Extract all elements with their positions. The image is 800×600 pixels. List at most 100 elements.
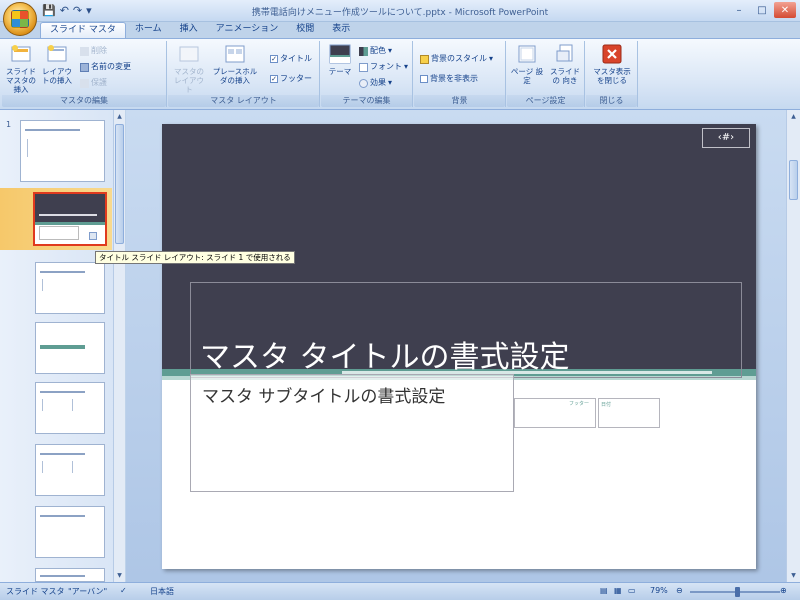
- close-master-view-button[interactable]: マスタ表示 を閉じる: [592, 43, 632, 85]
- thumbnail-slide-master[interactable]: [20, 120, 105, 182]
- themes-button[interactable]: テーマ: [325, 43, 355, 76]
- ribbon-tabs: スライド マスタ ホーム 挿入 アニメーション 校閲 表示: [40, 22, 359, 38]
- tab-view[interactable]: 表示: [323, 22, 359, 38]
- scroll-down-icon[interactable]: ▼: [114, 570, 125, 581]
- layout-icon: [46, 43, 68, 65]
- page-number-placeholder[interactable]: ‹#›: [702, 128, 750, 148]
- orientation-icon: [554, 43, 576, 65]
- fonts-button[interactable]: フォント ▾: [359, 61, 408, 73]
- page-setup-button[interactable]: ページ 設定: [510, 43, 544, 85]
- group-label-page-setup: ページ設定: [507, 95, 584, 107]
- canvas-scroll-down-icon[interactable]: ▼: [788, 570, 799, 581]
- zoom-level[interactable]: 79%: [650, 586, 668, 595]
- master-layout-icon: [178, 43, 200, 65]
- group-label-master-edit: マスタの編集: [2, 95, 166, 107]
- slide-sorter-view-icon[interactable]: ▦: [614, 586, 622, 595]
- ribbon: スライド マスタの挿入 レイアウトの挿入 削除 名前の変更 保護 マスタの編集 …: [0, 38, 800, 110]
- close-window-button[interactable]: ✕: [774, 2, 796, 18]
- maximize-button[interactable]: □: [751, 2, 773, 18]
- tab-home[interactable]: ホーム: [126, 22, 171, 38]
- footer-checkbox[interactable]: ✓ フッター: [270, 73, 312, 85]
- zoom-in-icon[interactable]: ⊕: [780, 586, 787, 595]
- window-title: 携帯電話向けメニュー作成ツールについて.pptx - Microsoft Pow…: [251, 8, 549, 18]
- delete-icon: [80, 46, 89, 56]
- canvas-scroll-thumb[interactable]: [789, 160, 798, 200]
- thumbnail-layout-5[interactable]: [35, 444, 105, 496]
- scroll-thumb[interactable]: [115, 124, 124, 244]
- title-checkbox[interactable]: ✓ タイトル: [270, 53, 312, 65]
- group-master-edit: スライド マスタの挿入 レイアウトの挿入 削除 名前の変更 保護 マスタの編集: [2, 41, 167, 107]
- normal-view-icon[interactable]: ▤: [600, 586, 608, 595]
- colors-button[interactable]: 配色 ▾: [359, 45, 392, 57]
- thumbnail-title-layout[interactable]: [33, 192, 107, 246]
- background-styles-button[interactable]: 背景のスタイル ▾: [420, 53, 493, 65]
- date-placeholder[interactable]: 日付: [598, 398, 660, 428]
- thumbnail-layout-3[interactable]: [35, 322, 105, 374]
- spellcheck-icon[interactable]: ✓: [120, 586, 127, 595]
- group-label-background: 背景: [414, 95, 505, 107]
- insert-placeholder-button[interactable]: プレースホルダの挿入: [210, 43, 260, 85]
- rename-icon: [80, 62, 89, 72]
- office-logo-icon: [11, 10, 29, 28]
- footer-small-text: フッター: [569, 401, 590, 407]
- title-bar: 💾 ↶ ↷ ▾ 携帯電話向けメニュー作成ツールについて.pptx - Micro…: [0, 0, 800, 36]
- check-icon: ✓: [270, 75, 278, 83]
- status-view: スライド マスタ: [6, 587, 65, 596]
- canvas-scrollbar[interactable]: ▲ ▼: [786, 110, 800, 582]
- slide-canvas-area: ‹#› マスタ タイトルの書式設定 フッター 日付 マスタ サブタイトルの書式設…: [126, 110, 786, 582]
- slide-thumbnail-pane: 1 ▲ ▼: [0, 110, 125, 582]
- rename-button[interactable]: 名前の変更: [80, 61, 131, 73]
- thumbnail-layout-7[interactable]: [35, 568, 105, 582]
- effects-icon: [359, 78, 368, 88]
- effects-button[interactable]: 効果 ▾: [359, 77, 392, 89]
- themes-icon: [329, 43, 351, 65]
- insert-slide-master-button[interactable]: スライド マスタの挿入: [4, 43, 38, 94]
- background-styles-icon: [420, 54, 429, 64]
- thumbnail-layout-2[interactable]: [35, 262, 105, 314]
- master-number: 1: [6, 120, 12, 129]
- checkbox-icon: [420, 75, 428, 83]
- master-title-text[interactable]: マスタ タイトルの書式設定: [200, 332, 570, 376]
- canvas-scroll-up-icon[interactable]: ▲: [788, 111, 799, 122]
- minimize-button[interactable]: –: [728, 2, 750, 18]
- colors-icon: [359, 46, 368, 56]
- thumbnail-layout-4[interactable]: [35, 382, 105, 434]
- group-label-master-layout: マスタ レイアウト: [168, 95, 319, 107]
- group-theme-edit: テーマ 配色 ▾ フォント ▾ 効果 ▾ テーマの編集: [321, 41, 413, 107]
- tab-review[interactable]: 校閲: [287, 22, 323, 38]
- tab-animation[interactable]: アニメーション: [207, 22, 288, 38]
- scroll-up-icon[interactable]: ▲: [114, 111, 125, 122]
- status-theme: "アーバン": [68, 587, 108, 596]
- slide-master-canvas: ‹#› マスタ タイトルの書式設定 フッター 日付 マスタ サブタイトルの書式設…: [162, 124, 756, 569]
- close-master-icon: [601, 43, 623, 65]
- thumbnail-scrollbar[interactable]: ▲ ▼: [113, 110, 125, 582]
- tab-slide-master[interactable]: スライド マスタ: [40, 22, 126, 38]
- insert-layout-button[interactable]: レイアウトの挿入: [40, 43, 74, 85]
- group-label-theme-edit: テーマの編集: [321, 95, 412, 107]
- tab-insert[interactable]: 挿入: [171, 22, 207, 38]
- hide-background-checkbox[interactable]: 背景を非表示: [420, 73, 478, 85]
- placeholder-icon: [224, 43, 246, 65]
- group-close: マスタ表示 を閉じる 閉じる: [586, 41, 638, 107]
- group-master-layout: マスタの レイアウト プレースホルダの挿入 ✓ タイトル ✓ フッター マスタ レイ…: [168, 41, 320, 107]
- preserve-button[interactable]: 保護: [80, 77, 107, 89]
- thumbnail-layout-6[interactable]: [35, 506, 105, 558]
- slide-orientation-button[interactable]: スライドの 向き: [547, 43, 583, 85]
- check-icon: ✓: [270, 55, 278, 63]
- slideshow-view-icon[interactable]: ▭: [628, 586, 636, 595]
- master-layout-button[interactable]: マスタの レイアウト: [172, 43, 206, 94]
- page-setup-icon: [516, 43, 538, 65]
- office-button[interactable]: [3, 2, 37, 36]
- slide-master-icon: [10, 43, 32, 65]
- group-background: 背景のスタイル ▾ 背景を非表示 背景: [414, 41, 506, 107]
- preserve-icon: [80, 78, 89, 88]
- master-subtitle-text[interactable]: マスタ サブタイトルの書式設定: [202, 382, 445, 407]
- fonts-icon: [359, 62, 368, 72]
- group-page-setup: ページ 設定 スライドの 向き ページ設定: [507, 41, 585, 107]
- status-language[interactable]: 日本語: [150, 586, 174, 597]
- group-label-close: 閉じる: [586, 95, 637, 107]
- zoom-out-icon[interactable]: ⊖: [676, 586, 683, 595]
- zoom-slider-knob[interactable]: [735, 587, 740, 597]
- delete-button[interactable]: 削除: [80, 45, 107, 57]
- status-bar: スライド マスタ "アーバン" ✓ 日本語 ▤ ▦ ▭ 79% ⊖ ⊕: [0, 582, 800, 600]
